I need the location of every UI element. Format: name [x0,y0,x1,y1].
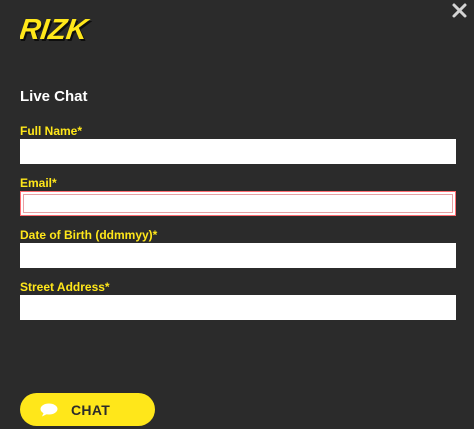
full-name-label: Full Name* [20,124,83,138]
email-field[interactable] [20,191,456,216]
street-address-field[interactable] [20,295,456,320]
svg-text:RIZK: RIZK [20,14,92,46]
street-address-label: Street Address* [20,280,110,294]
close-icon [452,3,467,18]
chat-button[interactable]: CHAT [20,393,155,426]
form-title: Live Chat [20,88,88,105]
speech-bubble-icon [40,403,58,417]
chat-button-label: CHAT [71,401,111,418]
close-button[interactable] [450,0,470,22]
rizk-logo: RIZK RIZK [18,14,112,48]
dob-label: Date of Birth (ddmmyy)* [20,228,158,242]
email-label: Email* [20,176,57,190]
dob-field[interactable] [20,243,456,268]
full-name-field[interactable] [20,139,456,164]
